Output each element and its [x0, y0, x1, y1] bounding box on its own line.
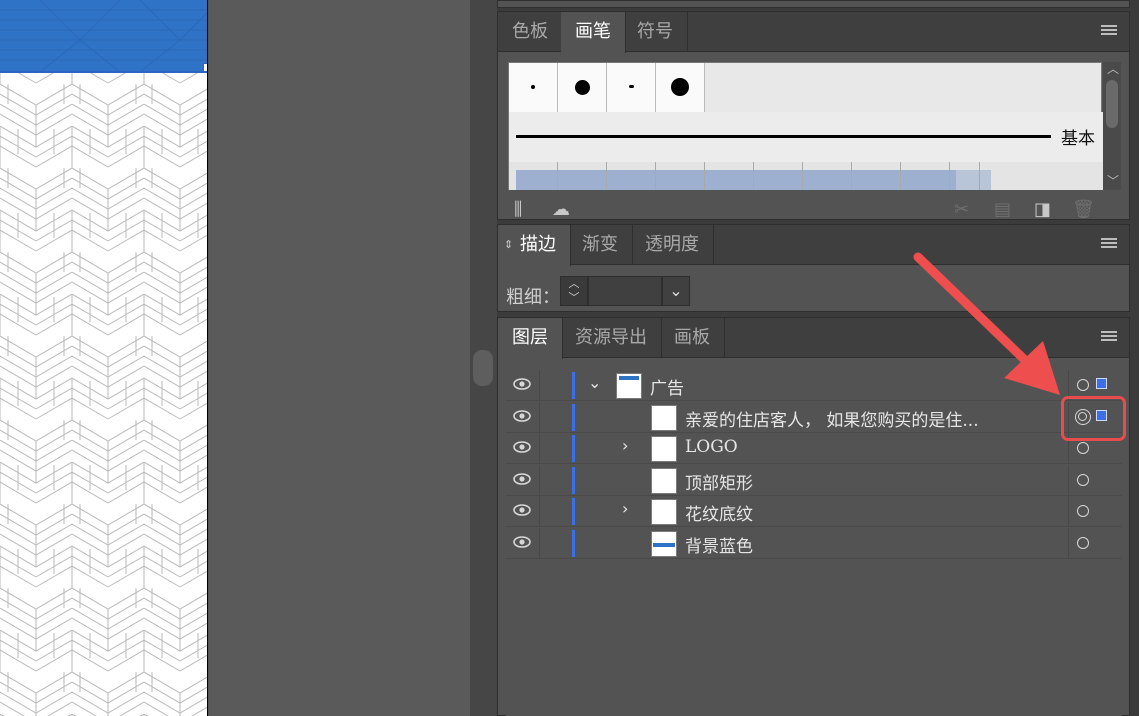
tab-brushes[interactable]: 画笔 [561, 12, 626, 53]
layer-color-bar [572, 403, 575, 431]
layer-thumbnail [651, 499, 677, 525]
tab-swatches[interactable]: 色板 [498, 12, 563, 52]
selection-square-icon[interactable] [1096, 378, 1107, 389]
weight-input[interactable] [588, 276, 662, 306]
layer-name[interactable]: 花纹底纹 [685, 500, 753, 525]
brush-basic[interactable]: 基本 [509, 112, 1103, 162]
scroll-up-icon[interactable]: ︿ [1107, 63, 1119, 75]
collapse-handle[interactable] [473, 350, 493, 386]
layer-color-bar [572, 372, 575, 399]
scroll-thumb[interactable] [1106, 80, 1118, 128]
brush-panel: 色板 画笔 符号 基本 ︿ ﹀ ⫼ ☁ ✂ ▤ ◨ 🗑 [497, 11, 1130, 220]
brush-toolbar: ⫼ ☁ ✂ ▤ ◨ 🗑 [498, 195, 1129, 225]
selection-handle[interactable] [203, 63, 207, 72]
column-divider [1068, 464, 1069, 496]
illustrator-window: 色板 画笔 符号 基本 ︿ ﹀ ⫼ ☁ ✂ ▤ ◨ 🗑 ⇕ 描边 渐变 透明度 … [0, 0, 1139, 716]
tab-symbols[interactable]: 符号 [623, 12, 688, 52]
weight-label: 粗细： [506, 287, 560, 308]
target-circle-icon[interactable] [1077, 379, 1089, 391]
layer-row[interactable]: › 花纹底纹 [506, 496, 1122, 527]
layers-list: ⌄ 广告 亲爱的住店客人， 如果您购买的是住... › LOGO 顶部矩形 › 花纹底纹背景蓝… [506, 366, 1122, 716]
layer-thumbnail [651, 436, 677, 462]
visibility-eye-icon[interactable] [512, 472, 532, 486]
tab-stroke-label: 描边 [520, 234, 556, 255]
target-circle-icon[interactable] [1077, 536, 1089, 549]
layer-name[interactable]: 亲爱的住店客人， 如果您购买的是住... [685, 406, 979, 431]
annotation-arrow [913, 252, 1060, 395]
tab-asset-export[interactable]: 资源导出 [561, 318, 662, 358]
layer-color-bar [572, 435, 575, 462]
top-blue-rect [0, 0, 207, 72]
layer-color-bar [572, 466, 575, 494]
layer-color-bar [572, 498, 575, 525]
selection-edge [0, 71, 207, 73]
brush-scrollbar[interactable]: ︿ ﹀ [1103, 62, 1121, 190]
visibility-eye-icon[interactable] [512, 377, 532, 391]
tab-gradient[interactable]: 渐变 [568, 225, 633, 265]
tab-layers[interactable]: 图层 [498, 318, 563, 359]
brush-options-icon[interactable]: ▤ [994, 195, 1011, 225]
layer-row[interactable]: 背景蓝色 [506, 527, 1122, 559]
tab-stroke[interactable]: ⇕ 描边 [498, 225, 571, 266]
layer-thumbnail [616, 373, 642, 399]
chevron-right-icon[interactable]: › [622, 499, 628, 518]
brush-libraries-menu-icon[interactable]: ⫼ [514, 195, 522, 225]
layer-color-bar [572, 529, 575, 557]
panel-menu-icon[interactable] [1101, 25, 1117, 37]
column-divider [539, 496, 540, 527]
layer-thumbnail [651, 467, 677, 494]
visibility-eye-icon[interactable] [512, 440, 532, 454]
column-divider [1068, 496, 1069, 527]
libraries-cloud-icon[interactable]: ☁ [552, 195, 570, 225]
brush-library: 基本 [508, 62, 1103, 190]
brush-dash[interactable] [607, 63, 656, 112]
visibility-eye-icon[interactable] [512, 535, 532, 549]
brush-dot-xlarge[interactable] [656, 63, 705, 112]
layer-thumbnail [651, 530, 677, 557]
chevron-right-icon[interactable]: › [622, 436, 628, 455]
tab-artboards[interactable]: 画板 [660, 318, 725, 358]
layer-name[interactable]: 顶部矩形 [685, 469, 753, 494]
layer-thumbnail [651, 404, 677, 431]
target-circle-icon[interactable] [1077, 505, 1089, 517]
column-divider [539, 370, 540, 401]
layer-row[interactable]: 亲爱的住店客人， 如果您购买的是住... [506, 401, 1122, 433]
layer-name[interactable]: 背景蓝色 [685, 532, 753, 557]
pasteboard [209, 0, 470, 716]
scroll-down-icon[interactable]: ﹀ [1107, 175, 1119, 187]
pattern-texture [0, 72, 207, 716]
updown-icon: ⇕ [504, 238, 514, 251]
chevron-down-icon[interactable]: ⌄ [588, 373, 601, 392]
column-divider [1068, 527, 1069, 559]
column-divider [539, 433, 540, 464]
remove-stroke-icon[interactable]: ✂ [954, 195, 969, 225]
layer-name[interactable]: 广告 [650, 374, 684, 399]
target-circle-icon[interactable] [1077, 473, 1089, 486]
panel-menu-icon[interactable] [1101, 331, 1117, 343]
delete-brush-icon[interactable]: 🗑 [1072, 195, 1095, 225]
column-divider [539, 464, 540, 496]
artboard[interactable] [0, 0, 208, 716]
panel-gutter [470, 0, 497, 716]
tab-transparency[interactable]: 透明度 [631, 225, 714, 265]
brush-panel-tabbar: 色板 画笔 符号 [498, 12, 1129, 53]
new-brush-icon[interactable]: ◨ [1034, 195, 1051, 225]
column-divider [539, 527, 540, 559]
visibility-eye-icon[interactable] [512, 503, 532, 517]
panel-menu-icon[interactable] [1101, 238, 1117, 250]
panel-top-strip [497, 0, 1130, 8]
brush-pattern-row[interactable] [509, 162, 1103, 190]
layer-row[interactable]: › LOGO [506, 433, 1122, 464]
annotation-highlight-box [1061, 396, 1126, 441]
weight-dropdown-icon[interactable]: ⌄ [662, 276, 690, 306]
column-divider [539, 401, 540, 433]
brush-dot-large[interactable] [558, 63, 607, 112]
visibility-eye-icon[interactable] [512, 409, 532, 423]
target-circle-icon[interactable] [1077, 442, 1089, 454]
weight-stepper[interactable]: ︿ ﹀ [560, 276, 588, 306]
brush-dot-small[interactable] [509, 63, 558, 112]
layer-row[interactable]: 顶部矩形 [506, 464, 1122, 496]
layer-name[interactable]: LOGO [685, 437, 738, 457]
brush-basic-label: 基本 [1061, 129, 1095, 149]
